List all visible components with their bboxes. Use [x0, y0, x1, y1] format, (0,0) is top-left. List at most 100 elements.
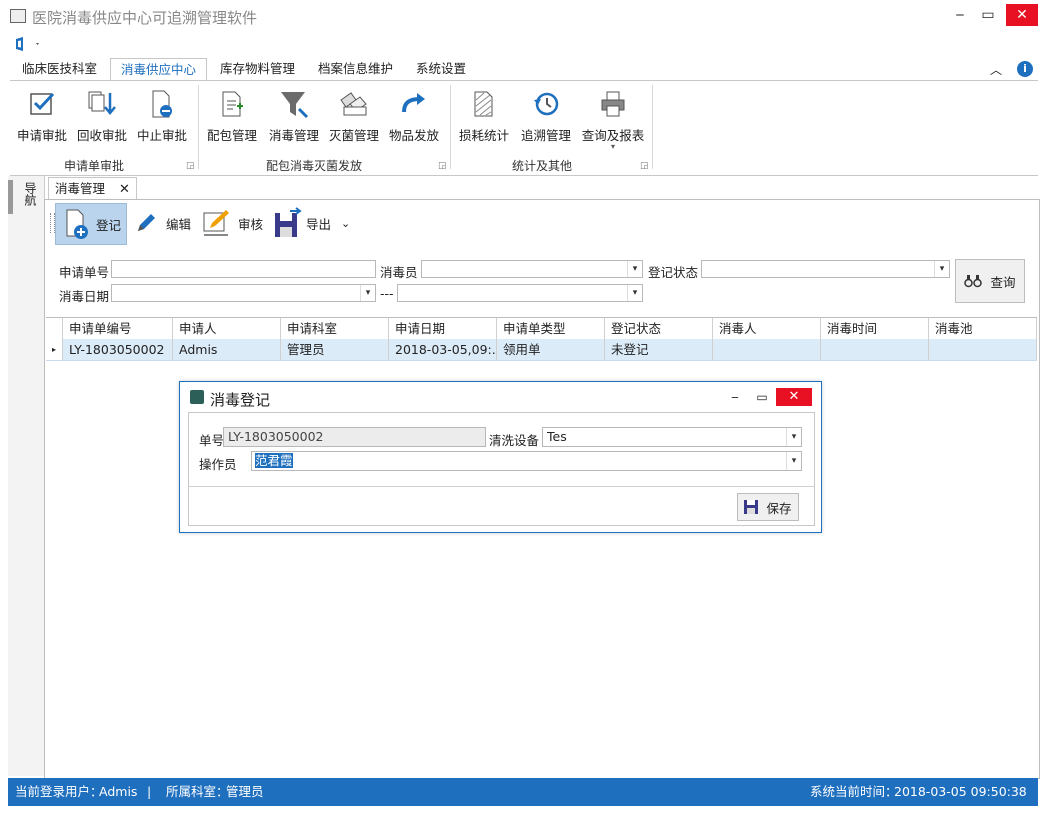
status-bar: 当前登录用户： Admis | 所属科室： 管理员 系统当前时间： 2018-0…	[8, 778, 1038, 806]
apply-approve-button[interactable]: 申请审批	[16, 87, 68, 144]
tab-clinical[interactable]: 临床医技科室	[12, 58, 107, 80]
close-button[interactable]: ✕	[1006, 4, 1038, 26]
row-indicator-header	[46, 318, 63, 339]
dialog-divider	[189, 486, 814, 487]
order-no-label: 申请单号	[59, 265, 110, 280]
doc-tab-label: 消毒管理	[55, 181, 106, 196]
chevron-down-icon[interactable]: ▾	[786, 452, 801, 470]
side-nav-panel: 导航	[8, 176, 45, 776]
col-header[interactable]: 申请单类型	[497, 318, 605, 339]
dialog-close-button[interactable]: ✕	[776, 388, 812, 406]
disinfector-label: 消毒员	[380, 265, 418, 280]
disinfect-register-dialog: 消毒登记 ‒ ▭ ✕ 单号 LY-1803050002 清洗设备 Tes ▾ 操作…	[179, 381, 822, 533]
check-icon	[30, 92, 55, 115]
item-dispatch-button[interactable]: 物品发放	[388, 87, 440, 144]
loss-stats-button[interactable]: 损耗统计	[458, 87, 510, 144]
dialog-minimize-button[interactable]: ‒	[725, 388, 745, 406]
printer-icon	[601, 91, 625, 117]
table-row[interactable]: ▸ LY-1803050002 Admis 管理员 2018-03-05,09:…	[46, 339, 1037, 361]
info-icon[interactable]: i	[1017, 61, 1033, 77]
cell-apply-date[interactable]: 2018-03-05,09:...	[389, 339, 497, 360]
order-label: 单号	[199, 433, 225, 448]
group-divider	[652, 85, 653, 169]
col-header[interactable]: 登记状态	[605, 318, 713, 339]
window-title: 医院消毒供应中心可追溯管理软件	[32, 9, 258, 27]
chevron-down-icon[interactable]: ▾	[627, 261, 642, 277]
chevron-down-icon[interactable]: ▾	[786, 428, 801, 446]
cell-reg-status[interactable]: 未登记	[605, 339, 713, 360]
cell-department[interactable]: 管理员	[281, 339, 389, 360]
sterilize-manage-button[interactable]: 灭菌管理	[328, 87, 380, 144]
cell-applicant[interactable]: Admis	[173, 339, 281, 360]
tab-settings[interactable]: 系统设置	[406, 58, 476, 80]
cell-order-type[interactable]: 领用单	[497, 339, 605, 360]
query-button[interactable]: 查询	[955, 259, 1025, 303]
chevron-down-icon[interactable]: ⌄	[341, 217, 350, 230]
close-icon[interactable]: ✕	[119, 182, 130, 197]
app-icon	[10, 9, 26, 23]
col-header[interactable]: 消毒池	[929, 318, 1037, 339]
order-no-input[interactable]	[111, 260, 376, 278]
col-header[interactable]: 消毒人	[713, 318, 821, 339]
disinfector-select[interactable]: ▾	[421, 260, 643, 278]
tab-archive[interactable]: 档案信息维护	[308, 58, 403, 80]
save-button[interactable]: 保存	[737, 493, 799, 521]
side-nav-tab[interactable]: 导航	[18, 182, 37, 206]
query-report-button[interactable]: 查询及报表 ▾	[580, 87, 646, 151]
chevron-down-icon[interactable]: ▾	[360, 285, 375, 301]
register-button[interactable]: 登记	[55, 203, 127, 245]
nav-marker	[8, 180, 13, 214]
group-label-package: 配包消毒灭菌发放	[266, 159, 363, 173]
maximize-button[interactable]: ▭	[974, 4, 1002, 26]
document-add-icon	[66, 209, 88, 239]
hatched-document-icon	[474, 91, 493, 117]
reg-status-select[interactable]: ▾	[701, 260, 950, 278]
device-select[interactable]: Tes ▾	[542, 427, 802, 447]
cell-disinfect-time[interactable]	[821, 339, 929, 360]
chevron-down-icon[interactable]: ▾	[934, 261, 949, 277]
cell-order-no[interactable]: LY-1803050002	[63, 339, 173, 360]
redo-arrow-icon	[402, 93, 425, 113]
operator-select[interactable]: 范君霞 ▾	[251, 451, 802, 471]
sign-edit-icon	[203, 210, 229, 236]
dialog-launcher-icon[interactable]: ◲	[438, 161, 447, 171]
date-from-input[interactable]: ▾	[111, 284, 376, 302]
edit-button[interactable]: 编辑	[134, 203, 191, 243]
date-to-input[interactable]: ▾	[397, 284, 643, 302]
sterilize-icon	[340, 92, 367, 116]
tab-inventory[interactable]: 库存物料管理	[210, 58, 305, 80]
dept-label: 所属科室：	[166, 784, 229, 799]
cell-disinfector[interactable]	[713, 339, 821, 360]
order-input[interactable]: LY-1803050002	[223, 427, 486, 447]
chevron-down-icon[interactable]: ▾	[627, 285, 642, 301]
stop-approve-button[interactable]: 中止审批	[136, 87, 188, 144]
quick-access-toolbar[interactable]	[14, 36, 42, 55]
dialog-launcher-icon[interactable]: ◲	[186, 161, 195, 171]
group-divider	[450, 85, 451, 169]
filter-icon	[281, 92, 309, 119]
audit-button[interactable]: 审核	[202, 203, 263, 243]
col-header[interactable]: 申请日期	[389, 318, 497, 339]
col-header[interactable]: 申请人	[173, 318, 281, 339]
doc-tab-disinfect[interactable]: 消毒管理 ✕	[48, 177, 137, 200]
dialog-launcher-icon[interactable]: ◲	[640, 161, 649, 171]
export-button[interactable]: 导出 ⌄	[272, 203, 350, 243]
recycle-approve-button[interactable]: 回收审批	[76, 87, 128, 144]
history-clock-icon	[534, 92, 559, 116]
status-separator: |	[147, 784, 152, 799]
office-icon[interactable]	[14, 36, 42, 52]
cell-pool[interactable]	[929, 339, 1037, 360]
reg-status-label: 登记状态	[648, 265, 699, 280]
package-manage-button[interactable]: 配包管理	[206, 87, 258, 144]
device-label: 清洗设备	[489, 433, 540, 448]
dialog-body: 单号 LY-1803050002 清洗设备 Tes ▾ 操作员 范君霞 ▾ 保存	[188, 412, 815, 526]
tab-supply-center[interactable]: 消毒供应中心	[110, 58, 208, 82]
col-header[interactable]: 申请单编号	[63, 318, 173, 339]
collapse-ribbon-icon[interactable]: ︿	[990, 61, 1002, 78]
minimize-button[interactable]: ‒	[946, 4, 974, 26]
col-header[interactable]: 消毒时间	[821, 318, 929, 339]
col-header[interactable]: 申请科室	[281, 318, 389, 339]
dialog-maximize-button[interactable]: ▭	[752, 388, 772, 406]
disinfect-manage-button[interactable]: 消毒管理	[266, 87, 322, 144]
trace-manage-button[interactable]: 追溯管理	[518, 87, 574, 144]
